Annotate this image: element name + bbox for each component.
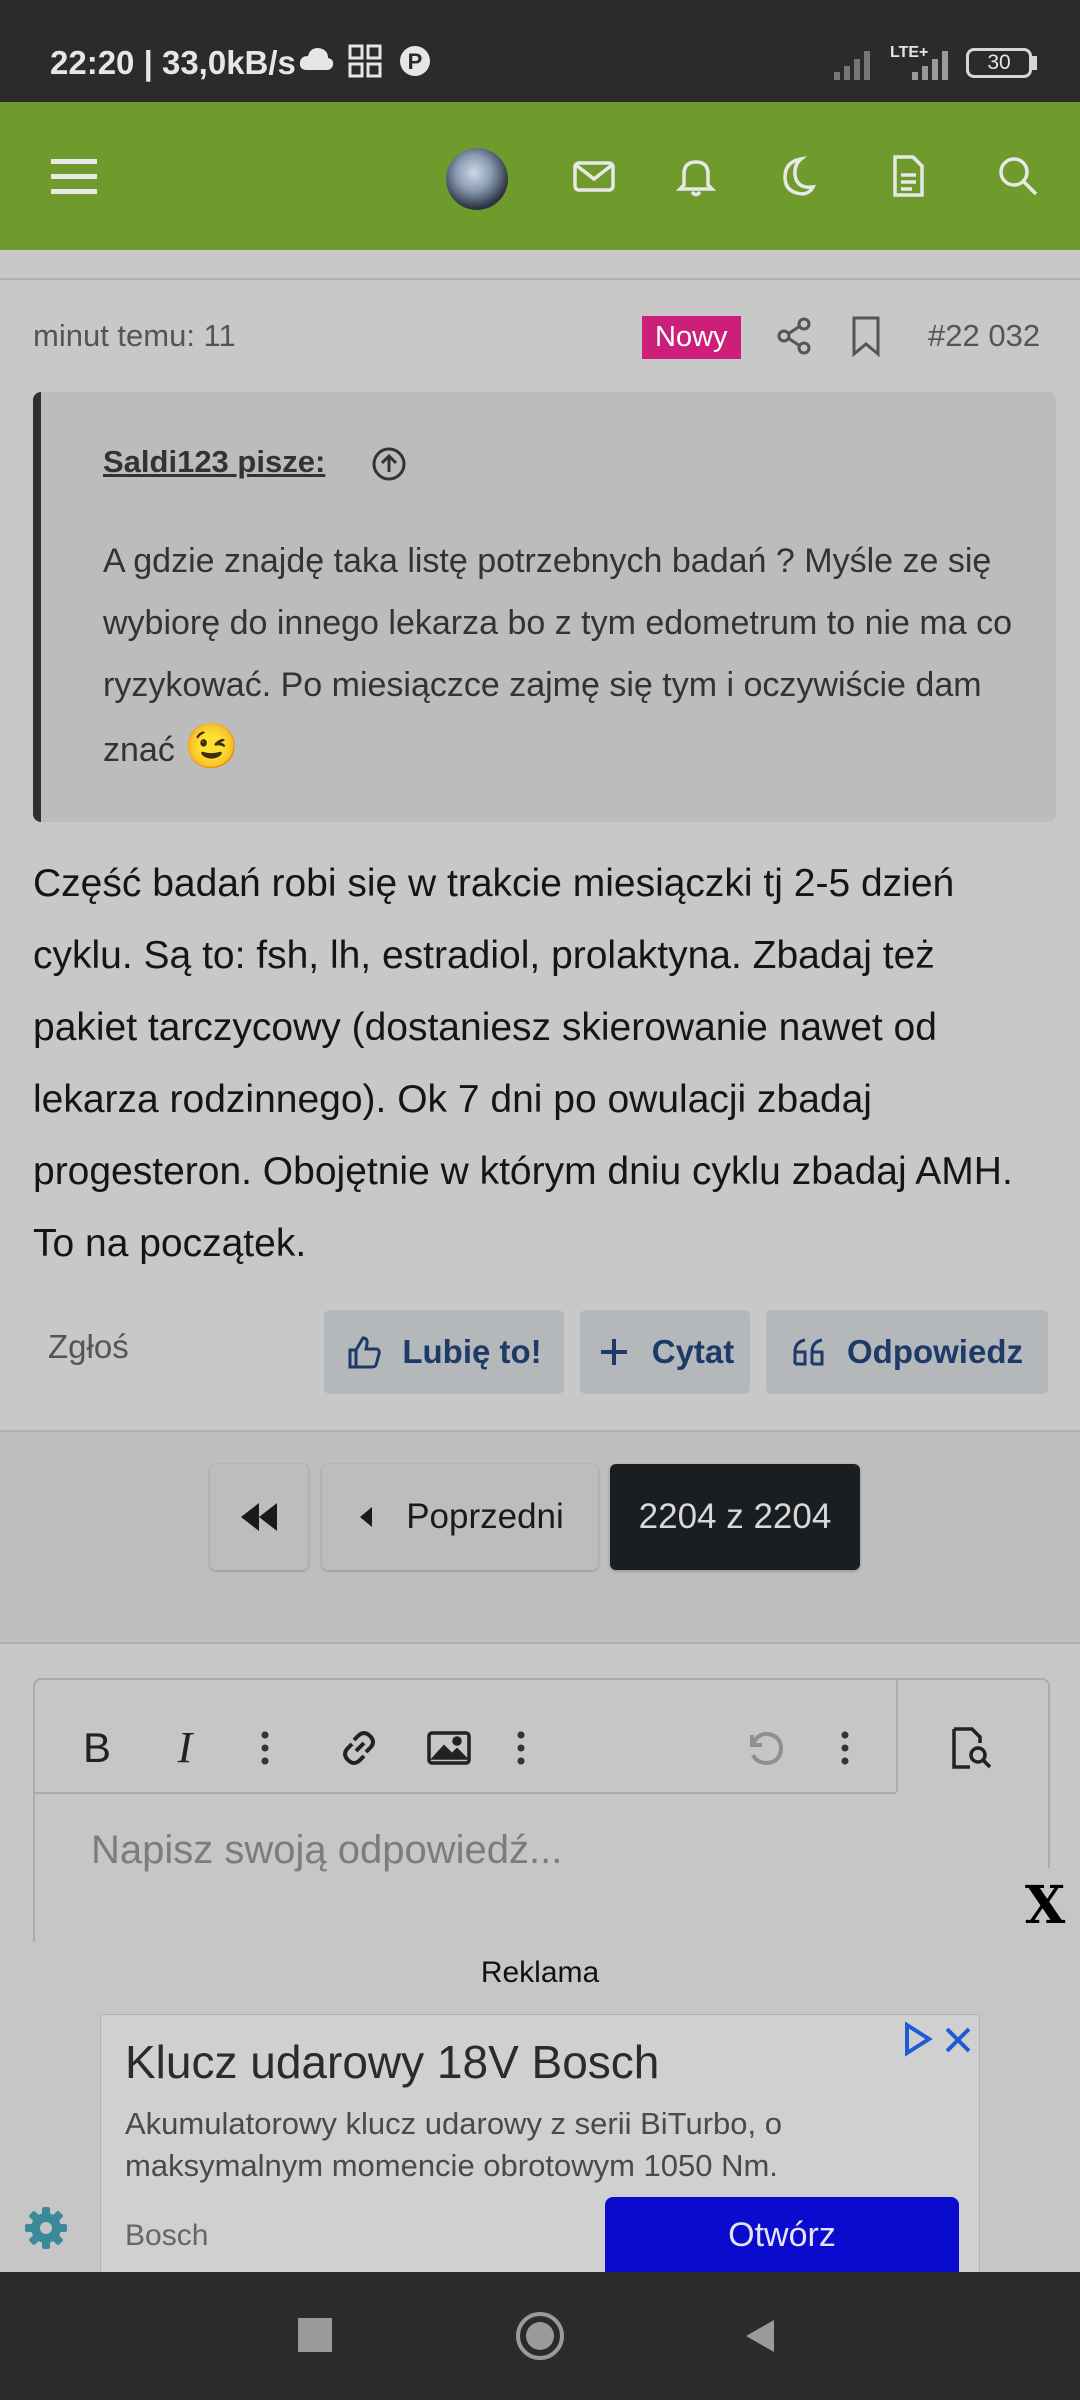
quote-label: Cytat [651,1333,735,1370]
system-nav-bar [0,2272,1080,2400]
bell-icon[interactable] [664,144,728,208]
italic-icon[interactable]: I [155,1718,215,1778]
cloud-icon [298,44,334,74]
toolbar-divider [896,1680,898,1792]
svg-text:B: B [83,1725,111,1771]
ad-close-icon[interactable] [941,2021,975,2057]
svg-text:I: I [177,1725,195,1771]
post-body: Część badań robi się w trakcie miesiączk… [33,862,1013,1265]
post-number[interactable]: #22 032 [928,318,1040,354]
status-bar: 22:20 | 33,0kB/s P LTE+ 30 [0,0,1080,102]
more-vertical-icon[interactable] [815,1718,875,1778]
reply-button[interactable]: Odpowiedz [766,1310,1048,1394]
battery-indicator: 30 [966,48,1032,78]
current-page[interactable]: 2204 z 2204 [610,1464,860,1570]
status-time: 22:20 | 33,0kB/s [50,44,296,81]
search-icon[interactable] [986,144,1050,208]
pinterest-icon: P [398,44,432,78]
ad-open-button[interactable]: Otwórz [605,2197,959,2273]
share-icon[interactable] [772,314,816,358]
app-header [0,102,1080,250]
signal-icon [832,46,878,80]
undo-icon[interactable] [735,1718,795,1778]
first-page-button[interactable] [210,1464,308,1570]
post-time: minut temu: 11 [33,318,236,353]
ad-banner: Reklama Klucz udarowy 18V Bosch Akumulat… [0,1942,1080,2274]
menu-icon[interactable] [42,144,106,208]
battery-tip [1032,56,1037,70]
arrow-up-circle-icon[interactable] [371,446,407,482]
ad-title[interactable]: Klucz udarowy 18V Bosch [125,2035,659,2089]
like-label: Lubię to! [402,1333,542,1370]
home-button[interactable] [516,2312,564,2360]
recents-button[interactable] [298,2318,332,2352]
signal-lte-icon [902,46,952,80]
report-link[interactable]: Zgłoś [48,1328,129,1366]
ad-label: Reklama [480,1956,600,1989]
like-button[interactable]: Lubię to! [324,1310,564,1394]
quote-body: A gdzie znajdę taka listę potrzebnych ba… [103,542,1013,769]
document-icon[interactable] [876,144,940,208]
quote-marks-icon [793,1338,824,1366]
double-arrow-left-icon [241,1503,277,1531]
svg-text:P: P [408,49,423,74]
previous-page-button[interactable]: Poprzedni [322,1464,598,1570]
preview-icon[interactable] [941,1718,1001,1778]
reply-input[interactable]: Napisz swoją odpowiedź... [91,1828,562,1873]
previous-label: Poprzedni [406,1497,564,1536]
ad-card[interactable]: Klucz udarowy 18V Bosch Akumulatorowy kl… [100,2014,980,2274]
plus-icon [600,1339,627,1365]
bold-icon[interactable]: B [67,1718,127,1778]
apps-grid-icon [348,44,382,78]
divider [0,1642,1080,1644]
divider [0,278,1080,280]
ad-close-button[interactable]: X [1010,1868,1080,1942]
quote-author[interactable]: Saldi123 pisze: [103,444,325,480]
home-inner [526,2322,554,2350]
arrow-left-icon [360,1507,373,1527]
avatar[interactable] [446,148,508,210]
ad-advertiser: Bosch [125,2219,209,2252]
reply-label: Odpowiedz [847,1333,1023,1370]
adchoices-icon[interactable] [899,2021,935,2057]
image-icon[interactable] [419,1718,479,1778]
more-vertical-icon[interactable] [491,1718,551,1778]
reply-editor: B I Napisz swoją odpowiedź... [33,1678,1050,1982]
moon-icon[interactable] [764,144,828,208]
quote-block: Saldi123 pisze: A gdzie znajdę taka list… [33,392,1056,822]
wink-emoji: 😉 [184,722,240,771]
link-icon[interactable] [329,1718,389,1778]
ad-description: Akumulatorowy klucz udarowy z serii BiTu… [125,2106,782,2183]
quote-text: A gdzie znajdę taka listę potrzebnych ba… [103,530,1013,781]
gear-icon[interactable] [22,2204,70,2252]
thumbs-up-icon [348,1336,382,1369]
back-button[interactable] [740,2316,780,2356]
new-badge: Nowy [642,316,741,359]
toolbar-bottom-border [35,1792,896,1794]
more-vertical-icon[interactable] [235,1718,295,1778]
mail-icon[interactable] [562,144,626,208]
bookmark-icon[interactable] [846,314,886,358]
quote-button[interactable]: Cytat [580,1310,750,1394]
